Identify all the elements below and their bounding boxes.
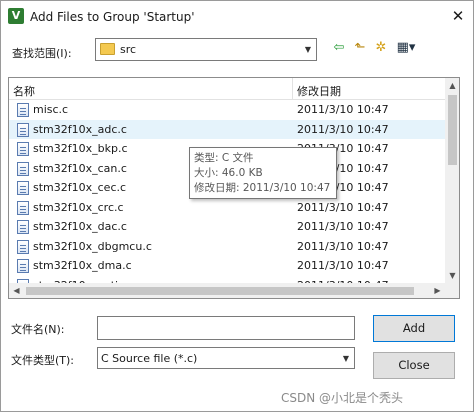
lookin-label: 查找范围(I): [12, 47, 72, 60]
scroll-up-icon[interactable]: ▲ [445, 78, 459, 93]
new-folder-icon[interactable]: ✲ [372, 39, 390, 57]
file-name: stm32f10x_adc.c [33, 122, 127, 136]
c-file-icon [17, 239, 29, 254]
add-button[interactable]: Add [373, 315, 455, 342]
file-row[interactable]: stm32f10x_crc.c 2011/3/10 10:47 [9, 198, 445, 218]
column-divider[interactable] [292, 78, 293, 100]
window-title: Add Files to Group 'Startup' [30, 10, 195, 24]
file-row[interactable]: misc.c 2011/3/10 10:47 [9, 100, 445, 120]
tooltip-size: 大小: 46.0 KB [194, 167, 263, 179]
column-name[interactable]: 名称 [13, 83, 35, 99]
filetype-value: C Source file (*.c) [101, 352, 198, 365]
close-icon[interactable]: ✕ [447, 6, 469, 26]
c-file-icon [17, 259, 29, 273]
c-file-icon [17, 161, 29, 176]
folder-icon [100, 43, 115, 55]
sort-ascending-icon: ^ [146, 77, 154, 85]
file-name: stm32f10x_bkp.c [33, 142, 128, 155]
watermark-text: CSDN @小北是个秃头 [281, 391, 404, 405]
c-file-icon [17, 103, 29, 117]
file-date: 2011/3/10 10:47 [297, 200, 389, 214]
scroll-right-icon[interactable]: ▶ [430, 283, 445, 298]
filename-field[interactable] [97, 316, 355, 340]
file-name: stm32f10x_can.c [33, 161, 127, 175]
horizontal-scroll-thumb[interactable] [26, 287, 414, 295]
close-button[interactable]: Close [373, 352, 455, 379]
file-name: misc.c [33, 103, 69, 116]
file-name: stm32f10x_crc.c [33, 200, 124, 214]
file-date: 2011/3/10 10:47 [297, 239, 389, 253]
vertical-scroll-thumb[interactable] [448, 95, 457, 165]
filetype-label: 文件类型(T): [11, 354, 75, 367]
back-arrow-icon[interactable]: ⇦ [330, 39, 348, 57]
title-bar[interactable]: V Add Files to Group 'Startup' ✕ [1, 1, 473, 33]
tooltip-modified: 修改日期: 2011/3/10 10:47 [194, 182, 331, 194]
column-date-modified[interactable]: 修改日期 [297, 83, 341, 99]
chevron-down-icon[interactable]: ▼ [300, 39, 316, 60]
scroll-down-icon[interactable]: ▼ [445, 268, 459, 283]
scrollbar-corner [445, 283, 459, 298]
chevron-down-icon[interactable]: ▼ [338, 348, 354, 369]
c-file-icon [17, 122, 29, 137]
file-row[interactable]: stm32f10x_dbgmcu.c 2011/3/10 10:47 [9, 237, 445, 257]
file-date: 2011/3/10 10:47 [297, 103, 389, 116]
c-file-icon [17, 142, 29, 156]
add-files-dialog: V Add Files to Group 'Startup' ✕ 查找范围(I)… [0, 0, 474, 412]
lookin-value: src [120, 43, 137, 56]
c-file-icon [17, 200, 29, 215]
file-date: 2011/3/10 10:47 [297, 220, 389, 233]
list-header: 名称 ^ 修改日期 [9, 78, 445, 100]
file-date: 2011/3/10 10:47 [297, 259, 389, 272]
vertical-scrollbar[interactable]: ▲ ▼ [445, 78, 459, 283]
file-name: stm32f10x_dma.c [33, 259, 132, 272]
horizontal-scrollbar[interactable]: ◀ ▶ [9, 283, 445, 298]
app-icon: V [8, 8, 24, 24]
c-file-icon [17, 220, 29, 234]
lookin-combo[interactable]: src ▼ [95, 38, 317, 61]
c-file-icon [17, 181, 29, 195]
view-menu-icon[interactable]: ▦▾ [393, 39, 419, 57]
file-row[interactable]: stm32f10x_dma.c 2011/3/10 10:47 [9, 256, 445, 276]
file-name: stm32f10x_cec.c [33, 181, 127, 194]
file-date: 2011/3/10 10:47 [297, 122, 389, 136]
file-name: stm32f10x_dbgmcu.c [33, 239, 152, 253]
scroll-left-icon[interactable]: ◀ [9, 283, 24, 298]
filename-label: 文件名(N): [11, 323, 65, 336]
up-folder-icon[interactable]: ⬑ [351, 39, 369, 57]
file-name: stm32f10x_dac.c [33, 220, 127, 233]
file-row[interactable]: stm32f10x_dac.c 2011/3/10 10:47 [9, 217, 445, 237]
file-info-tooltip: 类型: C 文件 大小: 46.0 KB 修改日期: 2011/3/10 10:… [189, 147, 337, 199]
tooltip-type: 类型: C 文件 [194, 152, 254, 164]
filetype-select[interactable]: C Source file (*.c) ▼ [97, 347, 355, 369]
file-row[interactable]: stm32f10x_adc.c 2011/3/10 10:47 [9, 119, 445, 139]
